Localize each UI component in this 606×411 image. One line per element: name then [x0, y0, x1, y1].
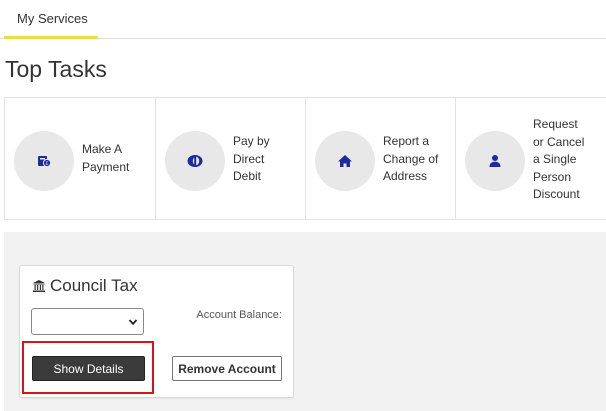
task-icon-circle [315, 131, 375, 191]
building-icon [33, 280, 45, 292]
task-label: Make A Payment [82, 142, 130, 174]
task-icon-circle [165, 131, 225, 191]
task-single-person-discount[interactable]: Request or Cancel a Single Person Discou… [456, 98, 606, 219]
task-label: Pay by Direct Debit [233, 134, 270, 183]
task-pay-by-direct-debit[interactable]: Pay by Direct Debit [156, 98, 306, 219]
home-icon [338, 155, 352, 167]
account-balance-label: Account Balance: [196, 309, 282, 321]
tab-bar: My Services [0, 0, 606, 39]
tab-my-services[interactable]: My Services [4, 0, 98, 39]
chevron-down-icon [128, 319, 138, 326]
direct-debit-icon [187, 155, 203, 167]
svg-text:£: £ [46, 161, 49, 167]
top-tasks-grid: £ Make A Payment Pay by Direct Debit Rep… [4, 97, 606, 220]
payment-icon: £ [38, 156, 52, 168]
council-tax-card: Council Tax Account Balance: Show Detail… [19, 265, 294, 398]
accounts-panel: Council Tax Account Balance: Show Detail… [4, 232, 606, 411]
card-title-text: Council Tax [50, 276, 138, 295]
remove-account-button[interactable]: Remove Account [172, 356, 282, 381]
person-icon [489, 155, 501, 167]
task-label: Report a Change of Address [383, 134, 439, 183]
task-make-a-payment[interactable]: £ Make A Payment [5, 98, 156, 219]
task-icon-circle [465, 131, 525, 191]
task-label: Request or Cancel a Single Person Discou… [533, 117, 585, 201]
account-select[interactable] [31, 308, 144, 335]
task-report-change-of-address[interactable]: Report a Change of Address [306, 98, 456, 219]
tab-label: My Services [17, 11, 88, 26]
task-icon-circle: £ [14, 131, 74, 191]
card-title: Council Tax [32, 276, 138, 296]
page-title: Top Tasks [5, 56, 107, 82]
show-details-button[interactable]: Show Details [32, 356, 145, 381]
